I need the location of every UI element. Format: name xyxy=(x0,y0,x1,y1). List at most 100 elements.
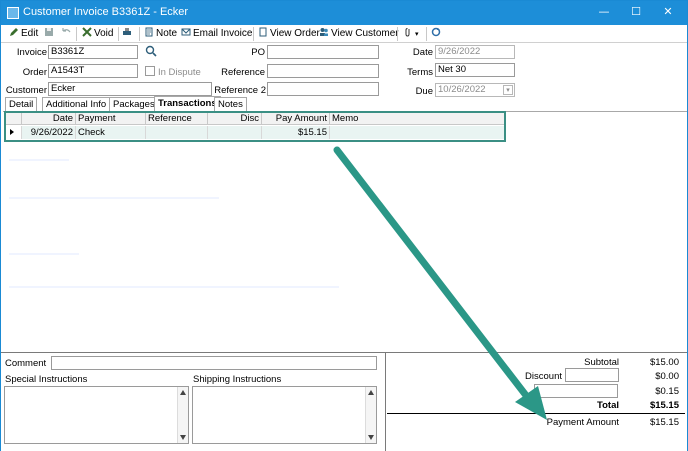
cell-payment[interactable]: Check xyxy=(76,126,146,139)
view-order-label: View Order xyxy=(270,28,320,39)
po-field[interactable] xyxy=(267,45,379,59)
invoice-window: Customer Invoice B3361Z - Ecker — ☐ ✕ Ed… xyxy=(0,0,688,451)
toolbar: Edit Void Note Email Invoice View Order … xyxy=(1,25,687,43)
cell-disc[interactable] xyxy=(208,126,262,139)
reference2-field[interactable] xyxy=(267,82,379,96)
tab-detail[interactable]: Detail xyxy=(5,97,38,111)
cell-pay-amount[interactable]: $15.15 xyxy=(262,126,330,139)
search-icon[interactable] xyxy=(145,45,157,57)
special-instructions-label: Special Instructions xyxy=(5,374,88,385)
column-reference[interactable]: Reference xyxy=(146,113,208,125)
column-date[interactable]: Date xyxy=(22,113,76,125)
note-icon xyxy=(145,27,153,37)
order-field[interactable]: A1543T xyxy=(48,64,138,78)
refresh-icon xyxy=(431,27,441,37)
invoice-field[interactable]: B3361Z xyxy=(48,45,138,59)
cell-date[interactable]: 9/26/2022 xyxy=(22,126,76,139)
email-invoice-button[interactable]: Email Invoice xyxy=(181,26,252,42)
calendar-dropdown-icon[interactable]: ▾ xyxy=(503,85,513,95)
note-button[interactable]: Note xyxy=(144,26,177,42)
app-icon xyxy=(7,7,19,19)
edit-button[interactable]: Edit xyxy=(9,26,38,42)
tab-notes[interactable]: Notes xyxy=(214,97,247,111)
people-icon xyxy=(320,28,328,36)
view-customer-button[interactable]: View Customer xyxy=(319,26,399,42)
pencil-icon xyxy=(10,28,18,36)
printer-icon xyxy=(123,28,131,35)
order-label: Order xyxy=(22,67,47,78)
undo-icon xyxy=(62,28,71,33)
due-label: Due xyxy=(415,86,433,97)
total-value: $15.15 xyxy=(649,400,679,411)
void-button[interactable]: Void xyxy=(82,26,113,42)
tab-additional-info[interactable]: Additional Info xyxy=(42,97,111,111)
tab-packages[interactable]: Packages xyxy=(109,97,159,111)
column-memo[interactable]: Memo xyxy=(330,113,504,125)
po-label: PO xyxy=(251,47,265,58)
special-instructions-textarea[interactable] xyxy=(4,386,189,444)
footer-divider xyxy=(385,353,386,451)
column-payment[interactable]: Payment xyxy=(76,113,146,125)
cell-reference[interactable] xyxy=(146,126,208,139)
table-row[interactable]: 9/26/2022 Check $15.15 xyxy=(6,126,504,139)
window-title: Customer Invoice B3361Z - Ecker xyxy=(23,6,189,18)
row-pointer-icon xyxy=(6,126,22,139)
close-button[interactable]: ✕ xyxy=(655,3,681,21)
column-disc[interactable]: Disc xyxy=(208,113,262,125)
tax-select[interactable] xyxy=(534,384,618,398)
customer-label: Customer xyxy=(5,85,47,96)
total-label: Total xyxy=(597,400,619,411)
attachment-button[interactable]: ▾ xyxy=(403,26,419,42)
chevron-down-icon[interactable] xyxy=(606,386,616,396)
background-artifact xyxy=(9,253,79,255)
terms-value: Net 30 xyxy=(438,64,466,75)
undo-button[interactable] xyxy=(61,26,73,42)
discount-field[interactable] xyxy=(565,368,619,382)
save-button[interactable] xyxy=(44,26,56,42)
comment-field[interactable] xyxy=(51,356,377,370)
shipping-instructions-label: Shipping Instructions xyxy=(193,374,282,385)
background-artifact xyxy=(9,159,69,161)
view-order-button[interactable]: View Order xyxy=(258,26,320,42)
terms-select[interactable]: Net 30 xyxy=(435,63,515,77)
comment-label: Comment xyxy=(5,358,47,369)
print-button[interactable] xyxy=(122,26,134,42)
reference-label: Reference xyxy=(221,67,265,78)
document-icon xyxy=(259,27,267,37)
background-artifact xyxy=(9,286,339,288)
maximize-button[interactable]: ☐ xyxy=(623,3,649,21)
date-field[interactable]: 9/26/2022 xyxy=(435,45,515,59)
toolbar-separator xyxy=(118,27,119,41)
subtotal-label: Subtotal xyxy=(584,357,619,368)
tab-transactions[interactable]: Transactions xyxy=(154,96,221,111)
scrollbar[interactable] xyxy=(365,387,376,443)
chevron-down-icon: ▾ xyxy=(415,31,419,38)
shipping-instructions-textarea[interactable] xyxy=(192,386,377,444)
note-label: Note xyxy=(156,28,178,39)
scroll-up-icon[interactable] xyxy=(180,390,186,395)
column-pay-amount[interactable]: Pay Amount xyxy=(262,113,330,125)
due-date-field[interactable]: 10/26/2022 ▾ xyxy=(435,83,515,97)
toolbar-separator xyxy=(139,27,140,41)
customer-field[interactable]: Ecker xyxy=(48,82,212,96)
in-dispute-label: In Dispute xyxy=(158,67,201,78)
toolbar-separator xyxy=(426,27,427,41)
scrollbar[interactable] xyxy=(177,387,188,443)
terms-label: Terms xyxy=(407,67,433,78)
x-icon xyxy=(82,27,92,37)
scroll-down-icon[interactable] xyxy=(368,435,374,440)
scroll-down-icon[interactable] xyxy=(180,435,186,440)
payment-amount-label: Payment Amount xyxy=(546,417,619,428)
cell-memo[interactable] xyxy=(330,126,504,139)
toolbar-separator xyxy=(253,27,254,41)
reference2-label: Reference 2 xyxy=(214,85,266,96)
in-dispute-checkbox[interactable] xyxy=(145,66,155,76)
refresh-button[interactable] xyxy=(431,26,443,42)
row-selector-header xyxy=(6,113,22,125)
grid-header: Date Payment Reference Disc Pay Amount M… xyxy=(6,113,504,125)
minimize-button[interactable]: — xyxy=(591,3,617,21)
reference-field[interactable] xyxy=(267,64,379,78)
scroll-up-icon[interactable] xyxy=(368,390,374,395)
email-icon xyxy=(181,28,191,36)
totals-rule xyxy=(387,413,685,414)
